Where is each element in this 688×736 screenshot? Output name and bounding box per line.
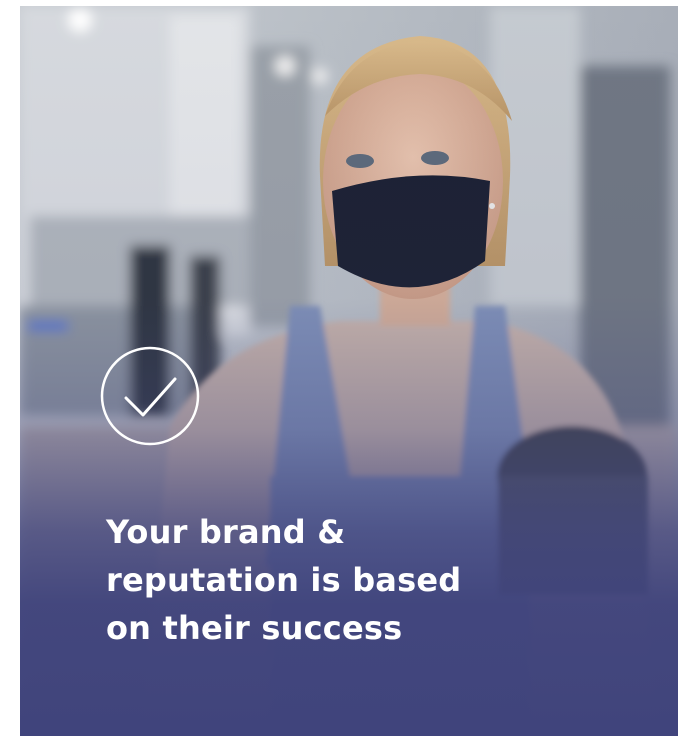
headline: Your brand & reputation is based on thei… bbox=[106, 508, 526, 652]
check-circle-icon bbox=[100, 346, 200, 446]
headline-line-1: Your brand & bbox=[106, 513, 346, 551]
headline-line-2: reputation is based bbox=[106, 561, 462, 599]
headline-line-3: on their success bbox=[106, 609, 403, 647]
promo-card: Your brand & reputation is based on thei… bbox=[20, 6, 678, 736]
